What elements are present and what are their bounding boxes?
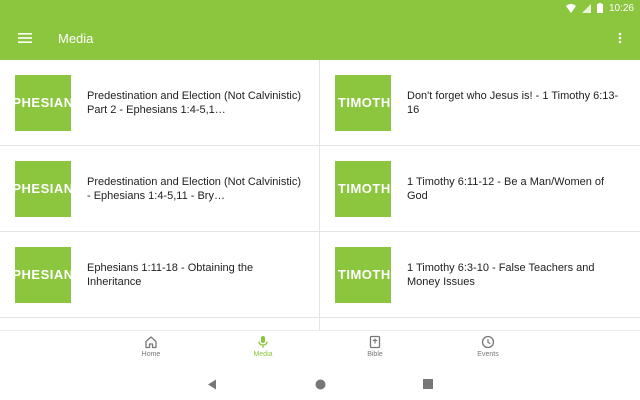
page-title: Media xyxy=(58,30,94,46)
media-card-partial[interactable] xyxy=(320,318,640,330)
nav-item-events[interactable]: Events xyxy=(458,335,518,358)
media-title: Predestination and Election (Not Calvini… xyxy=(87,175,301,202)
system-back-button[interactable] xyxy=(205,377,219,391)
thumbnail-text: 1 TIMOTHY xyxy=(335,181,391,196)
nav-item-bible[interactable]: Bible xyxy=(345,335,405,358)
hamburger-menu-icon xyxy=(18,33,32,43)
nav-label-media: Media xyxy=(253,351,273,358)
media-thumbnail: 1 TIMOTHY xyxy=(335,160,391,217)
wifi-icon xyxy=(565,3,576,13)
nav-item-home[interactable]: Home xyxy=(121,335,181,358)
media-thumbnail: EPHESIANS xyxy=(15,246,71,303)
overflow-menu-button[interactable] xyxy=(614,28,626,48)
system-recents-button[interactable] xyxy=(421,377,435,391)
media-title: Ephesians 1:11-18 - Obtaining the Inheri… xyxy=(87,261,254,288)
more-vert-icon xyxy=(618,32,622,44)
thumbnail-text: 1 TIMOTHY xyxy=(335,95,391,110)
media-card[interactable]: 1 TIMOTHY 1 Timothy 6:11-12 - Be a Man/W… xyxy=(320,146,640,232)
media-title: 1 Timothy 6:3-10 - False Teachers and Mo… xyxy=(407,261,595,288)
media-title: Don't forget who Jesus is! - 1 Timothy 6… xyxy=(407,89,619,116)
media-card[interactable]: 1 TIMOTHY 1 Timothy 6:3-10 - False Teach… xyxy=(320,232,640,318)
nav-item-media[interactable]: Media xyxy=(233,335,293,358)
system-home-button[interactable] xyxy=(313,377,327,391)
media-title: Predestination and Election (Not Calvini… xyxy=(87,89,301,116)
thumbnail-text: EPHESIANS xyxy=(15,181,71,196)
thumbnail-text: 1 TIMOTHY xyxy=(335,267,391,282)
nav-label-home: Home xyxy=(141,351,161,358)
media-card[interactable]: EPHESIANS Predestination and Election (N… xyxy=(0,60,320,146)
back-triangle-icon xyxy=(208,379,216,389)
media-title: 1 Timothy 6:11-12 - Be a Man/Women of Go… xyxy=(407,175,605,202)
bible-icon xyxy=(369,335,381,349)
recents-square-icon xyxy=(423,379,433,389)
cell-signal-icon xyxy=(581,3,591,13)
media-card[interactable]: EPHESIANS Ephesians 1:11-18 - Obtaining … xyxy=(0,232,320,318)
app-bar: Media xyxy=(0,16,640,60)
media-grid: EPHESIANS Predestination and Election (N… xyxy=(0,60,640,330)
battery-icon xyxy=(596,3,603,13)
media-thumbnail: EPHESIANS xyxy=(15,160,71,217)
clock-icon xyxy=(481,335,495,349)
system-navigation-bar xyxy=(0,370,640,400)
nav-label-events: Events xyxy=(477,351,499,358)
thumbnail-text: EPHESIANS xyxy=(15,95,71,110)
home-icon xyxy=(145,336,157,349)
home-circle-icon xyxy=(315,379,325,389)
media-thumbnail: 1 TIMOTHY xyxy=(335,246,391,303)
microphone-icon xyxy=(258,336,268,348)
status-bar: 10:26 xyxy=(0,0,640,16)
thumbnail-text: EPHESIANS xyxy=(15,267,71,282)
media-card-partial[interactable] xyxy=(0,318,320,330)
media-card[interactable]: 1 TIMOTHY Don't forget who Jesus is! - 1… xyxy=(320,60,640,146)
nav-label-bible: Bible xyxy=(367,351,383,358)
media-thumbnail: 1 TIMOTHY xyxy=(335,74,391,131)
media-thumbnail: EPHESIANS xyxy=(15,74,71,131)
status-time: 10:26 xyxy=(608,2,634,14)
menu-button[interactable] xyxy=(14,27,36,49)
media-card[interactable]: EPHESIANS Predestination and Election (N… xyxy=(0,146,320,232)
bottom-navigation: Home Media Bible Events xyxy=(0,330,640,371)
